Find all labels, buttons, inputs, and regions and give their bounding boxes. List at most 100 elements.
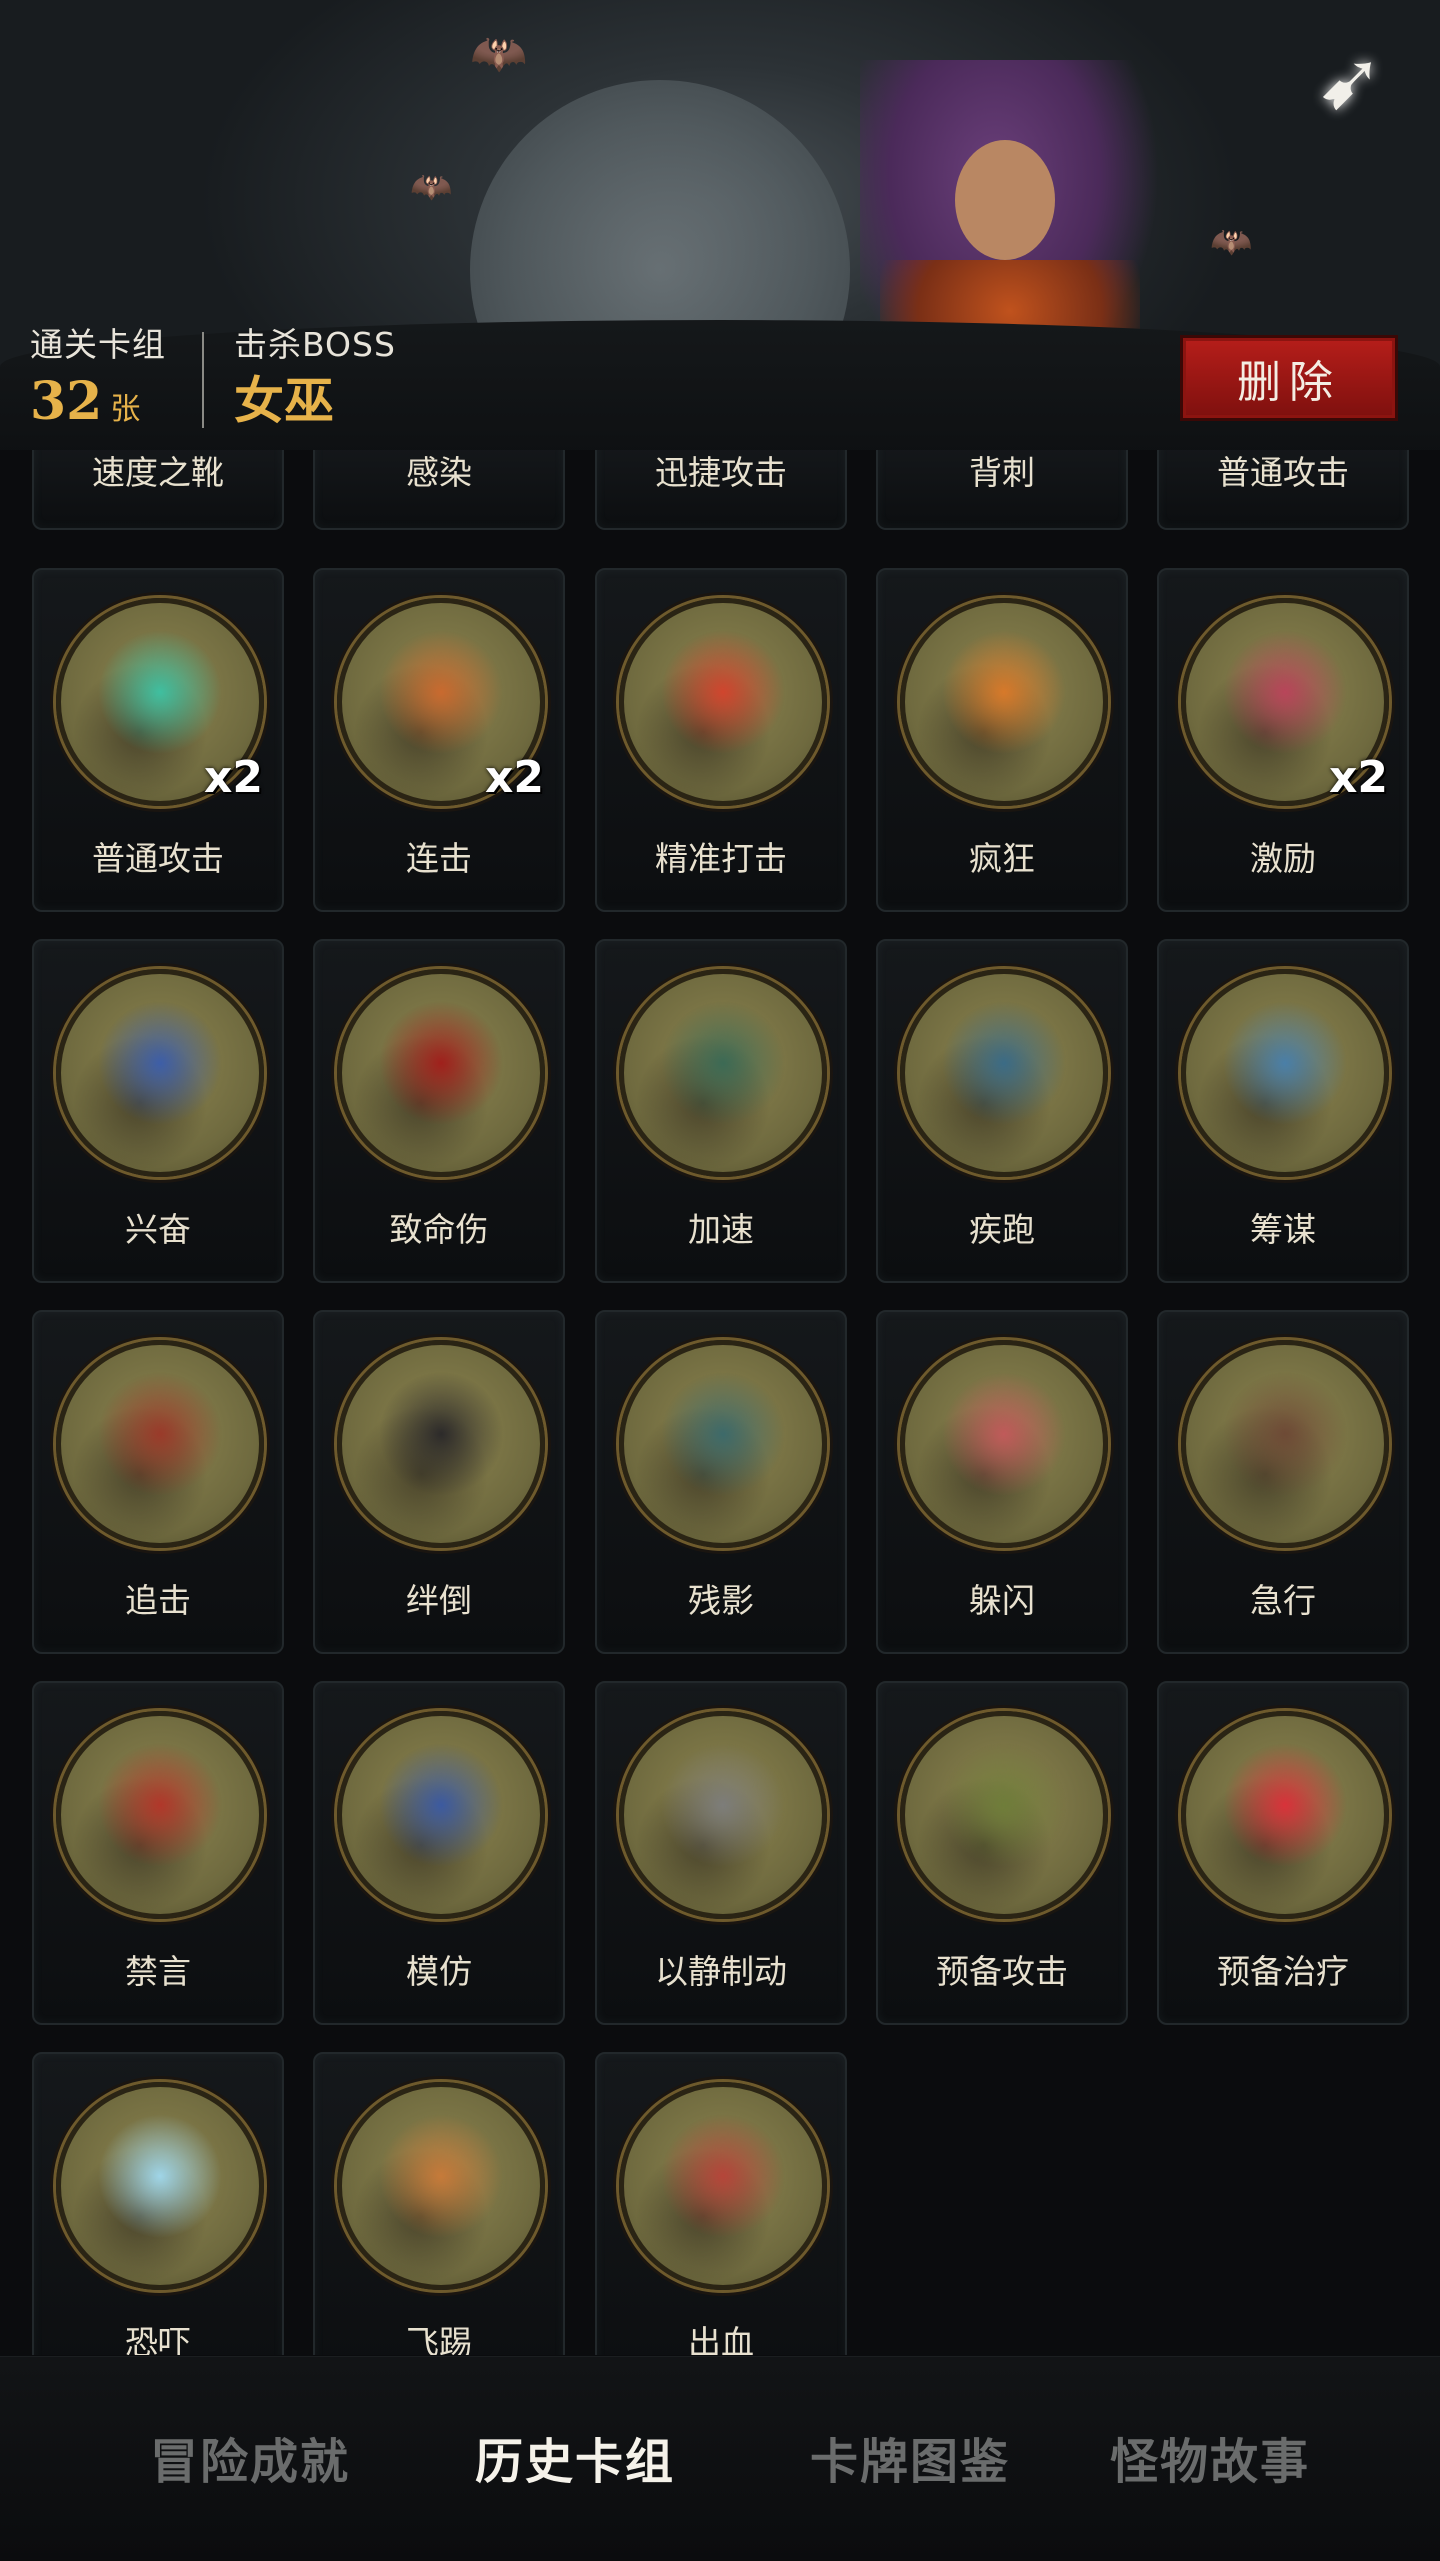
card-name: 速度之靴 [92,453,224,492]
card-name: 激励 [1250,839,1316,878]
card-art-icon [619,969,827,1177]
card-illustration [905,974,1103,1172]
card-item[interactable]: 模仿 [313,1681,565,2025]
card-illustration [624,2087,822,2285]
back-button[interactable]: ➹ [1300,33,1400,127]
card-name: 感染 [406,453,472,492]
card-illustration [342,974,540,1172]
card-name: 躲闪 [969,1581,1035,1620]
card-item[interactable]: 以静制动 [595,1681,847,2025]
boss-label: 击杀BOSS [234,325,396,364]
card-illustration [1186,1345,1384,1543]
card-item[interactable]: 残影 [595,1310,847,1654]
card-name: 模仿 [406,1952,472,1991]
card-art-icon [900,969,1108,1177]
card-item[interactable]: 精准打击 [595,568,847,912]
card-name: 预备攻击 [936,1952,1068,1991]
card-item[interactable]: 致命伤 [313,939,565,1283]
card-item[interactable]: 筹谋 [1157,939,1409,1283]
card-illustration [342,2087,540,2285]
delete-button[interactable]: 删除 [1180,335,1398,421]
back-arrow-icon: ➹ [1316,33,1384,127]
card-item[interactable]: x2 普通攻击 [32,568,284,912]
card-name: 追击 [125,1581,191,1620]
cleared-deck-stat: 通关卡组 32 张 [30,318,166,428]
card-count-badge: x2 [1329,752,1388,803]
tab-adventure-achievements[interactable]: 冒险成就 [130,2417,370,2497]
card-name: 恐吓 [125,2323,191,2355]
card-art-icon [1181,969,1389,1177]
stat-divider [202,332,204,428]
cleared-deck-value: 32 张 [30,371,141,432]
card-name: 疯狂 [969,839,1035,878]
card-illustration [905,1345,1103,1543]
card-art-icon [1181,1711,1389,1919]
bottom-tab-bar: 冒险成就 历史卡组 卡牌图鉴 怪物故事 [0,2356,1440,2561]
bat-icon: 🦇 [470,26,528,80]
card-name: 疾跑 [969,1210,1035,1249]
boss-stat: 击杀BOSS 女巫 [234,318,396,426]
tab-card-collection[interactable]: 卡牌图鉴 [790,2417,1030,2497]
card-item[interactable]: 恐吓 [32,2052,284,2355]
card-art-icon [619,598,827,806]
card-name: 绊倒 [406,1581,472,1620]
card-name: 加速 [688,1210,754,1249]
card-item[interactable]: 绊倒 [313,1310,565,1654]
bat-icon: 🦇 [410,167,453,207]
card-item[interactable]: x2 连击 [313,568,565,912]
card-illustration [342,1345,540,1543]
card-illustration [61,974,259,1172]
card-illustration [905,603,1103,801]
card-illustration [1186,1716,1384,1914]
card-art-icon [56,2082,264,2290]
card-illustration [624,974,822,1172]
card-illustration [1186,974,1384,1172]
card-item[interactable]: 预备治疗 [1157,1681,1409,2025]
deck-card-grid[interactable]: 速度之靴 感染 迅捷攻击 背刺 普通攻击 x2 普通攻击 x2 连击精准打击 疯狂 x2 激励兴奋致命… [32,450,1412,2355]
card-item[interactable]: 感染 [313,450,565,530]
card-art-icon [1181,1340,1389,1548]
card-item[interactable]: x2 激励 [1157,568,1409,912]
card-item[interactable]: 速度之靴 [32,450,284,530]
card-item[interactable]: 普通攻击 [1157,450,1409,530]
card-name: 残影 [688,1581,754,1620]
card-count-badge: x2 [485,752,544,803]
card-item[interactable]: 加速 [595,939,847,1283]
card-item[interactable]: 禁言 [32,1681,284,2025]
tab-monster-stories[interactable]: 怪物故事 [1090,2417,1330,2497]
card-name: 精准打击 [655,839,787,878]
card-item[interactable]: 疯狂 [876,568,1128,912]
card-item[interactable]: 出血 [595,2052,847,2355]
card-item[interactable]: 预备攻击 [876,1681,1128,2025]
card-item[interactable]: 背刺 [876,450,1128,530]
deck-stats: 通关卡组 32 张 击杀BOSS 女巫 [30,318,396,428]
cleared-deck-label: 通关卡组 [30,325,166,364]
card-count-badge: x2 [204,752,263,803]
card-art-icon [56,969,264,1177]
card-name: 飞踢 [406,2323,472,2355]
boss-banner: 🦇 🦇 🦇 ➹ 通关卡组 32 张 击杀BOSS 女巫 删除 [0,0,1440,450]
card-illustration [61,1716,259,1914]
card-item[interactable]: 疾跑 [876,939,1128,1283]
card-item[interactable]: 追击 [32,1310,284,1654]
card-illustration [61,1345,259,1543]
card-name: 普通攻击 [1217,453,1349,492]
card-art-icon [337,1711,545,1919]
card-name: 致命伤 [389,1210,489,1249]
card-art-icon [619,1711,827,1919]
card-item[interactable]: 飞踢 [313,2052,565,2355]
card-item[interactable]: 躲闪 [876,1310,1128,1654]
card-art-icon [56,1340,264,1548]
card-art-icon [337,2082,545,2290]
card-illustration [61,2087,259,2285]
card-name: 迅捷攻击 [655,453,787,492]
card-art-icon [56,1711,264,1919]
cleared-deck-unit: 张 [110,392,141,427]
card-item[interactable]: 兴奋 [32,939,284,1283]
card-illustration [624,603,822,801]
card-illustration [342,1716,540,1914]
card-name: 预备治疗 [1217,1952,1349,1991]
card-item[interactable]: 急行 [1157,1310,1409,1654]
tab-history-deck[interactable]: 历史卡组 [455,2417,695,2497]
card-item[interactable]: 迅捷攻击 [595,450,847,530]
